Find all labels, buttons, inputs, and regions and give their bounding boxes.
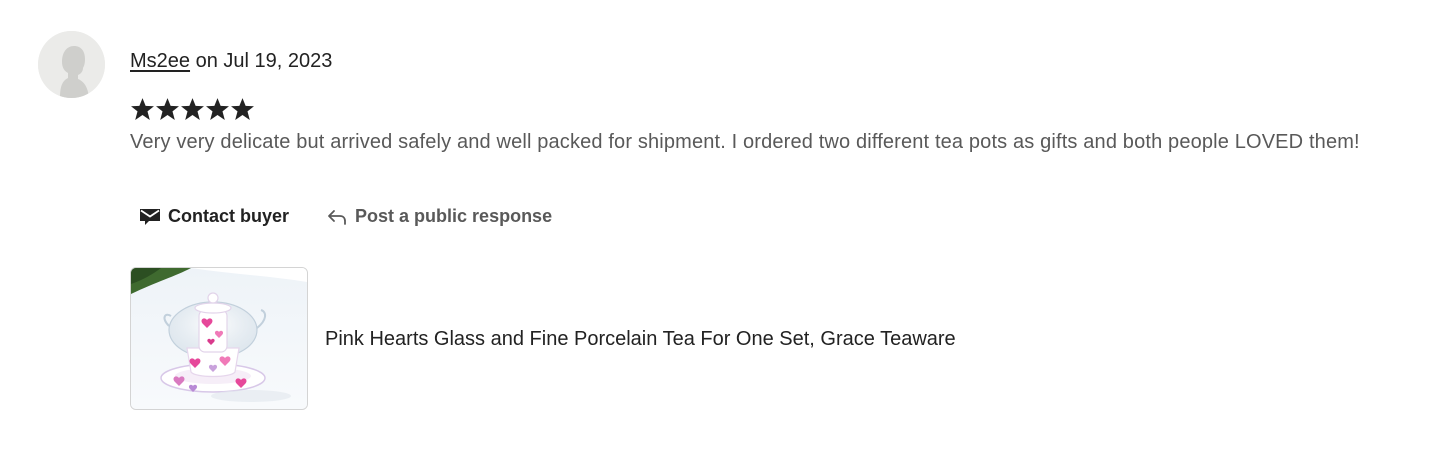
star-icon: [181, 98, 204, 120]
review-meta: Ms2ee on Jul 19, 2023: [130, 48, 332, 74]
product-thumbnail[interactable]: [130, 267, 308, 410]
star-icon: [206, 98, 229, 120]
contact-buyer-button[interactable]: Contact buyer: [130, 198, 297, 234]
reviewer-avatar[interactable]: [38, 31, 105, 98]
star-icon: [131, 98, 154, 120]
post-public-response-label: Post a public response: [355, 205, 553, 226]
default-user-avatar-icon: [38, 31, 105, 98]
star-icon: [156, 98, 179, 120]
product-photo: [131, 268, 307, 409]
product-title-link[interactable]: Pink Hearts Glass and Fine Porcelain Tea…: [325, 326, 956, 352]
reviewer-name-link[interactable]: Ms2ee: [130, 50, 190, 72]
review-text: Very very delicate but arrived safely an…: [130, 131, 1360, 153]
purchased-product[interactable]: Pink Hearts Glass and Fine Porcelain Tea…: [130, 267, 956, 410]
star-rating: [130, 96, 255, 122]
reply-arrow-icon: [325, 204, 349, 228]
review-date: on Jul 19, 2023: [195, 50, 333, 72]
star-icon: [231, 98, 254, 120]
contact-buyer-label: Contact buyer: [168, 205, 290, 226]
mail-icon: [138, 204, 162, 228]
review-actions: Contact buyer Post a public response: [130, 198, 560, 234]
post-public-response-button[interactable]: Post a public response: [317, 198, 560, 234]
